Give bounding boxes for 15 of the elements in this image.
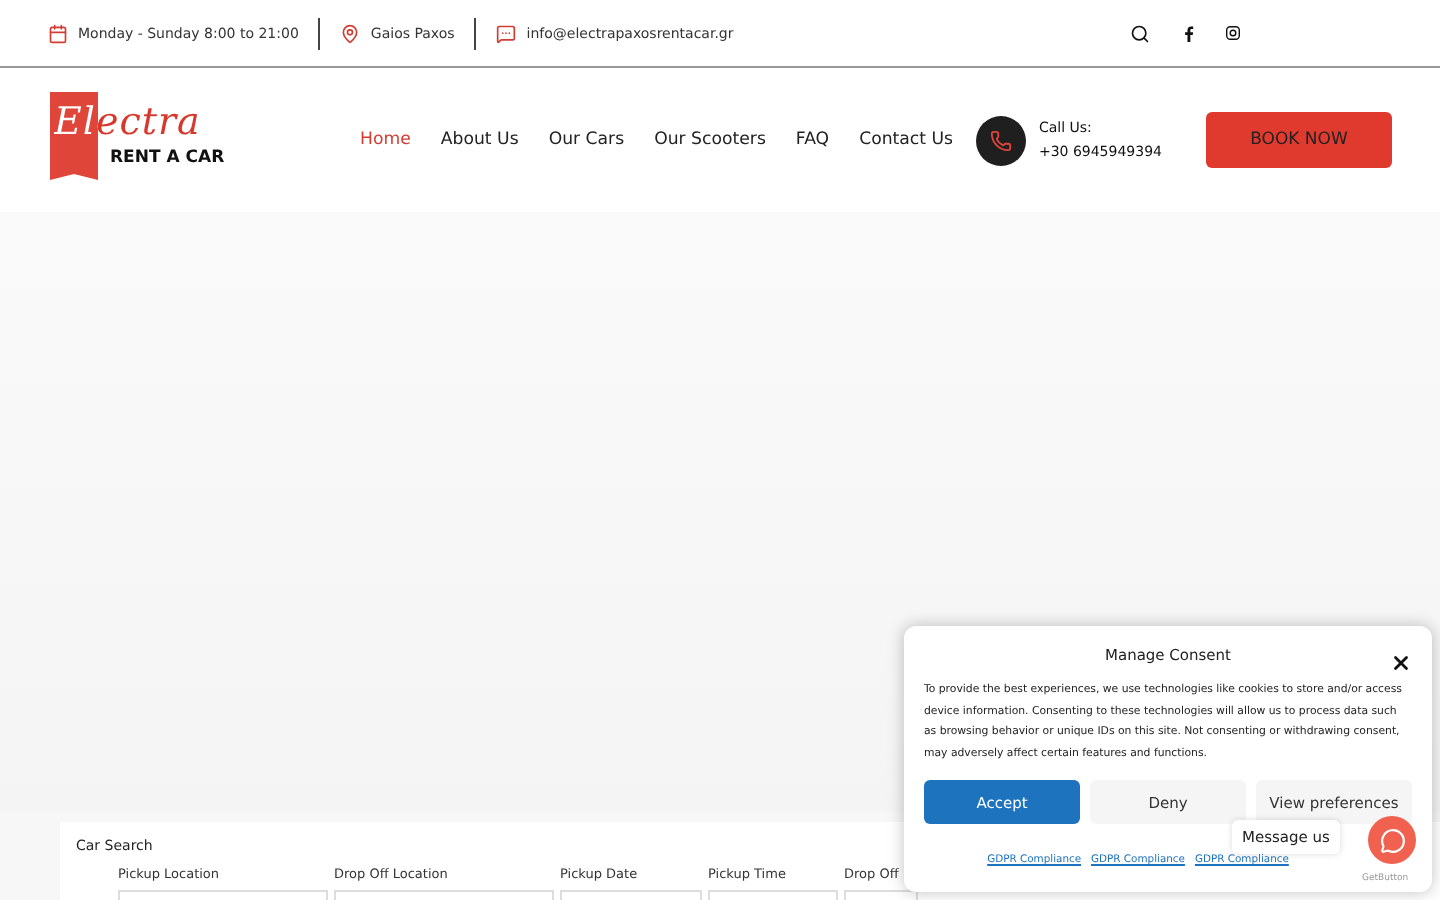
nav-link[interactable]: About Us bbox=[440, 130, 519, 150]
nav-link[interactable]: Contact Us bbox=[859, 130, 954, 150]
map-pin-icon bbox=[340, 23, 361, 43]
search-icon[interactable] bbox=[1130, 23, 1150, 43]
nav-link[interactable]: FAQ bbox=[795, 130, 830, 150]
message-icon bbox=[496, 23, 517, 43]
instagram-icon[interactable] bbox=[1226, 26, 1240, 40]
close-icon[interactable] bbox=[1390, 652, 1412, 674]
nav-link[interactable]: Our Scooters bbox=[654, 130, 766, 150]
nav-link[interactable]: Our Cars bbox=[548, 130, 625, 150]
facebook-icon[interactable] bbox=[1184, 25, 1194, 41]
nav-link[interactable]: Home bbox=[360, 130, 411, 150]
calendar-icon bbox=[48, 23, 68, 43]
phone-icon bbox=[976, 115, 1027, 165]
book-now-button[interactable]: BOOK NOW bbox=[1206, 112, 1392, 168]
